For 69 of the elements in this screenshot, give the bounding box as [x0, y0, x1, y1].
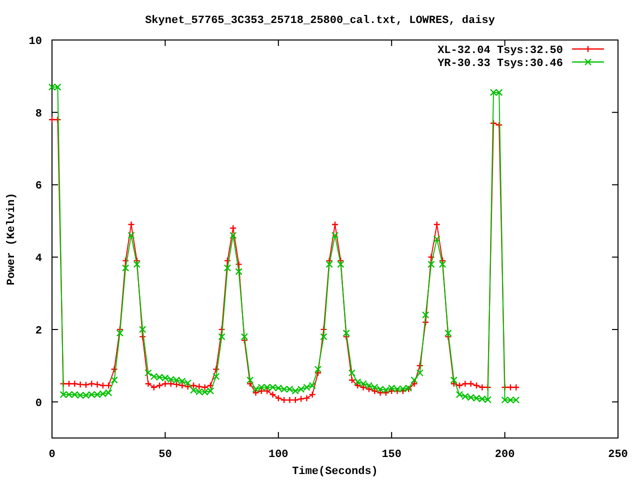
plus-marker	[428, 254, 435, 261]
tick-label: 100	[268, 449, 288, 461]
cross-marker	[450, 376, 458, 384]
tick-label: 50	[158, 449, 172, 461]
cross-marker	[342, 329, 350, 337]
plus-marker	[128, 220, 135, 228]
cross-marker	[314, 366, 322, 373]
plus-marker	[326, 257, 333, 264]
cross-marker	[331, 232, 339, 239]
tick-label: 6	[35, 180, 42, 193]
plus-marker	[230, 224, 237, 232]
cross-marker	[128, 232, 135, 239]
tick-label: 8	[35, 108, 42, 120]
plus-marker	[218, 326, 226, 334]
plus-marker	[416, 362, 424, 370]
tick-label: 200	[494, 449, 515, 461]
tick-label: 2	[35, 325, 42, 338]
cross-marker	[235, 268, 242, 276]
plus-marker	[337, 257, 344, 264]
tick-label: 150	[382, 449, 402, 461]
cross-marker	[320, 333, 328, 340]
plus-marker	[331, 220, 339, 228]
plus-marker	[110, 366, 118, 373]
axis-label: Power (Kelvin)	[6, 192, 18, 286]
plus-marker	[314, 369, 322, 376]
cross-marker	[138, 326, 146, 334]
tick-label: 10	[28, 36, 42, 48]
cross-marker	[433, 235, 440, 243]
legend-label: XL-32.04 Tsys:32.50	[438, 45, 563, 57]
tick-label: 0	[35, 398, 42, 410]
cross-marker	[337, 260, 344, 268]
cross-marker	[348, 369, 356, 376]
cross-marker	[218, 333, 226, 340]
axis-label: Time(Seconds)	[292, 466, 378, 478]
tick-label: 0	[48, 449, 56, 461]
plus-marker	[246, 380, 254, 388]
plus-marker	[422, 318, 430, 326]
tick-label: 250	[608, 449, 628, 461]
plus-marker	[320, 326, 328, 334]
plus-marker	[438, 257, 446, 264]
chart-title: Skynet_57765_3C353_25718_25800_cal.txt, LOWRES, daisy	[145, 15, 495, 27]
cross-marker	[224, 264, 232, 272]
legend-label: YR-30.33 Tsys:30.46	[438, 58, 563, 70]
cross-marker	[438, 260, 446, 268]
cross-marker	[230, 232, 237, 239]
plus-marker	[235, 260, 242, 268]
plus-marker	[138, 333, 146, 340]
cross-marker	[240, 333, 248, 340]
cross-marker	[326, 260, 333, 268]
cross-marker	[133, 260, 140, 268]
plus-marker	[122, 257, 130, 264]
cross-marker	[212, 372, 220, 380]
tick-label: 4	[35, 253, 42, 266]
plus-marker	[444, 333, 452, 340]
cross-marker	[444, 329, 452, 337]
cross-marker	[110, 376, 118, 384]
cross-marker	[246, 376, 254, 384]
cross-marker	[422, 311, 430, 319]
plus-marker	[133, 257, 140, 264]
cross-marker	[122, 264, 130, 272]
plus-marker	[433, 220, 440, 228]
plus-marker	[240, 336, 248, 344]
legend-swatch	[571, 58, 605, 66]
plus-marker	[342, 333, 350, 340]
plus-marker	[212, 366, 220, 373]
plus-marker	[224, 257, 232, 264]
cross-marker	[116, 329, 124, 337]
cross-marker	[428, 260, 435, 268]
legend-swatch	[571, 45, 605, 53]
